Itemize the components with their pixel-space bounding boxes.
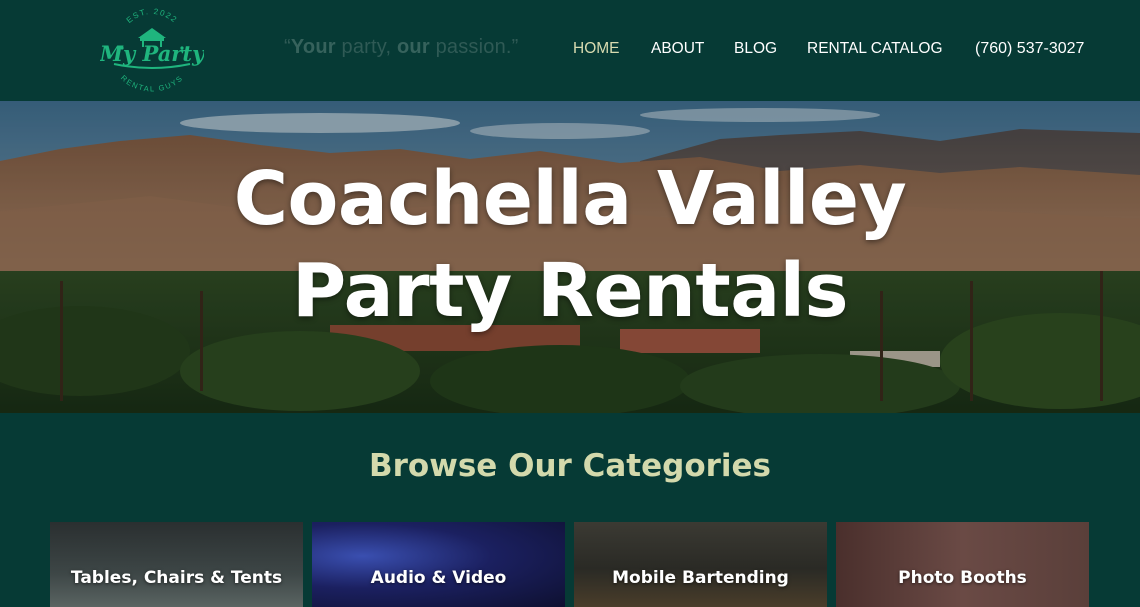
site-header: EST. 2022 My Party RENTAL GUYS “Your par…	[0, 0, 1140, 101]
site-tagline: “Your party, our passion.”	[284, 36, 519, 58]
svg-text:My Party: My Party	[100, 41, 204, 66]
category-card-image	[312, 522, 565, 607]
category-card-mobile-bartending[interactable]: Mobile Bartending	[574, 522, 827, 607]
svg-text:EST. 2022: EST. 2022	[125, 8, 180, 25]
party-tent-logo-icon: EST. 2022 My Party RENTAL GUYS	[100, 8, 204, 93]
hero-title-line-1: Coachella Valley	[233, 156, 907, 242]
category-card-image	[836, 522, 1089, 607]
category-card-audio-video[interactable]: Audio & Video	[312, 522, 565, 607]
hero-banner: Coachella Valley Party Rentals	[0, 101, 1140, 413]
svg-text:RENTAL GUYS: RENTAL GUYS	[119, 73, 185, 93]
category-card-photo-booths[interactable]: Photo Booths	[836, 522, 1089, 607]
category-card-label: Tables, Chairs & Tents	[70, 568, 283, 588]
hero-title: Coachella Valley Party Rentals	[0, 153, 1140, 337]
category-card-tables-chairs-tents[interactable]: Tables, Chairs & Tents	[50, 522, 303, 607]
site-logo[interactable]: EST. 2022 My Party RENTAL GUYS	[100, 8, 204, 94]
category-card-label: Photo Booths	[898, 568, 1027, 588]
category-card-image	[574, 522, 827, 607]
category-card-label: Audio & Video	[370, 568, 507, 588]
nav-blog-link[interactable]: BLOG	[734, 40, 777, 60]
category-card-image	[50, 522, 303, 607]
browse-categories-heading: Browse Our Categories	[368, 448, 772, 484]
category-card-label: Mobile Bartending	[612, 568, 789, 588]
phone-number-link[interactable]: (760) 537-3027	[975, 40, 1084, 58]
hero-title-line-2: Party Rentals	[291, 248, 849, 334]
nav-about-link[interactable]: ABOUT	[651, 40, 704, 60]
nav-rental-catalog-link[interactable]: RENTAL CATALOG	[807, 40, 943, 60]
nav-home-link[interactable]: HOME	[573, 40, 620, 60]
